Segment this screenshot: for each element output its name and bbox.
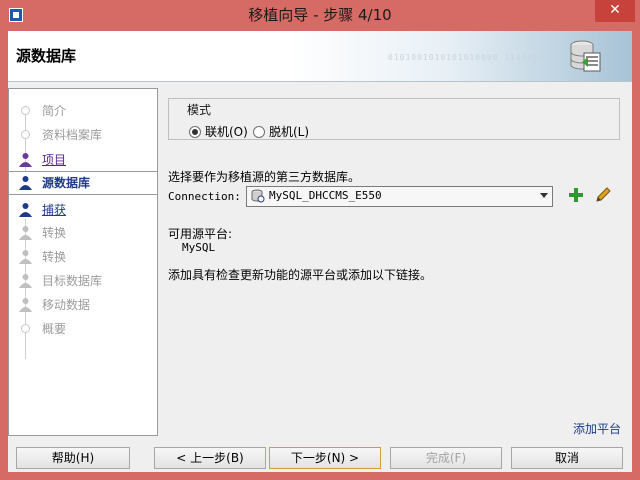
step-person-icon [19,203,32,217]
add-connection-plus-icon[interactable] [568,187,584,203]
add-platform-hint: 添加具有检查更新功能的源平台或添加以下链接。 [168,268,433,282]
online-radio[interactable] [189,126,201,138]
nav-item-convert: 转换 [9,222,157,244]
offline-radio-label[interactable]: 脱机(L) [269,123,309,140]
available-platform-value: MySQL [182,241,216,254]
step-person-icon [19,298,32,312]
wizard-header: 源数据库 0101001010101010000 1101010 [8,31,632,82]
step-person-icon [19,176,32,190]
online-radio-label[interactable]: 联机(O) [205,123,248,140]
step-dot-icon [21,130,30,139]
nav-item-capture[interactable]: 捕获 [9,199,157,221]
wizard-client-area: 源数据库 0101001010101010000 1101010 简介 资料档案… [8,31,632,472]
nav-item-translate: 转换 [9,246,157,268]
step-person-icon [19,226,32,240]
step-dot-icon [21,324,30,333]
nav-item-move-data: 移动数据 [9,294,157,316]
next-button[interactable]: 下一步(N) > [269,447,381,469]
title-bar: 移植向导 - 步骤 4/10 ✕ [0,0,640,31]
mode-groupbox: 模式 联机(O) 脱机(L) [168,98,620,140]
back-button[interactable]: < 上一步(B) [154,447,266,469]
nav-item-target-database: 目标数据库 [9,270,157,292]
finish-button: 完成(F) [390,447,502,469]
source-db-prompt: 选择要作为移植源的第三方数据库。 [168,170,361,184]
window-title: 移植向导 - 步骤 4/10 [248,6,392,24]
nav-item-repository: 资料档案库 [9,124,157,146]
nav-item-project[interactable]: 项目 [9,149,157,171]
page-title: 源数据库 [16,47,77,65]
connection-db-icon [251,189,265,203]
edit-connection-pencil-icon[interactable] [594,186,612,204]
add-platform-link[interactable]: 添加平台 [573,420,621,437]
mode-legend: 模式 [185,101,214,118]
step-person-icon [19,153,32,167]
main-panel: 模式 联机(O) 脱机(L) 选择要作为移植源的第三方数据库。 Connecti… [158,88,632,436]
migration-wizard-window: 移植向导 - 步骤 4/10 ✕ 源数据库 010100101010101000… [0,0,640,480]
help-button[interactable]: 帮助(H) [16,447,130,469]
cancel-button[interactable]: 取消 [511,447,623,469]
nav-item-intro: 简介 [9,100,157,122]
connection-label: Connection: [168,190,241,203]
wizard-step-nav: 简介 资料档案库 项目 源数据库 捕获 转换 转换 目标数据库 移动数据 概要 [8,88,158,436]
nav-item-summary: 概要 [9,318,157,340]
step-person-icon [19,274,32,288]
database-icon [570,40,601,72]
header-decoration-text: 0101001010101010000 1101010 [388,53,546,62]
connection-value: MySQL_DHCCMS_E550 [269,189,382,202]
step-person-icon [19,250,32,264]
connection-select[interactable]: MySQL_DHCCMS_E550 [246,186,553,207]
available-platform-label: 可用源平台: [168,227,233,241]
close-button[interactable]: ✕ [595,0,635,22]
step-dot-icon [21,106,30,115]
offline-radio[interactable] [253,126,265,138]
chevron-down-icon[interactable] [540,193,548,198]
nav-item-source-database[interactable]: 源数据库 [9,171,157,195]
